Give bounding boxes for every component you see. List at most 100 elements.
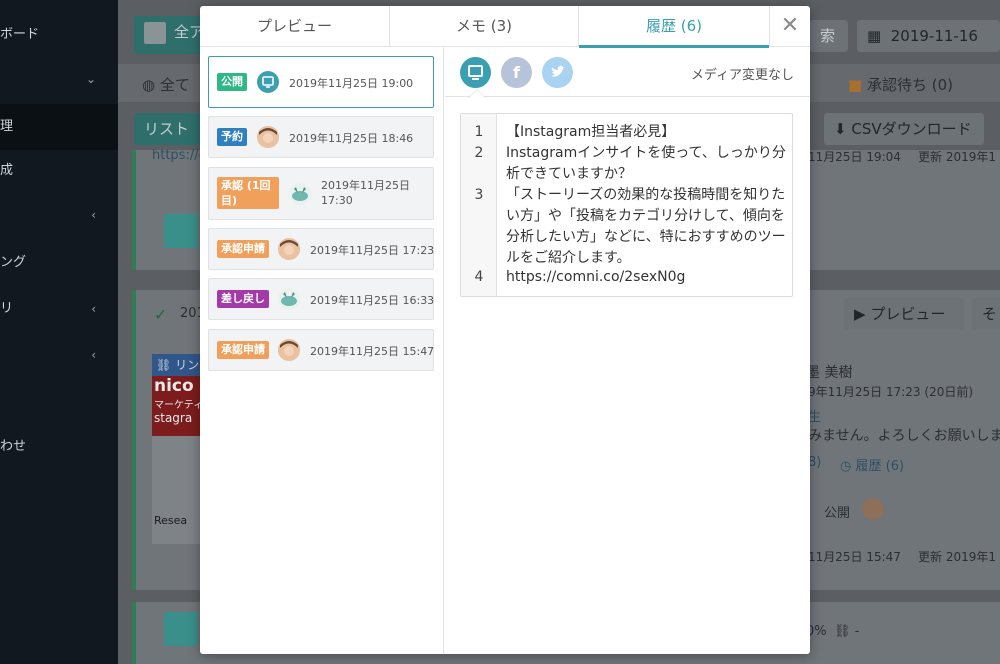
card-accent: [132, 150, 136, 270]
line-number: 4: [474, 269, 484, 285]
twitter-icon[interactable]: [542, 57, 573, 88]
sidebar-item-group[interactable]: ‹: [0, 200, 118, 230]
line-number: 1: [474, 124, 484, 140]
globe-icon: ◍: [142, 76, 156, 94]
history-date: 2019年11月25日 15:47: [310, 345, 435, 358]
history-icon: ◷: [840, 459, 852, 474]
status-badge: 公開: [217, 73, 247, 91]
history-item[interactable]: 予約 2019年11月25日 18:46: [208, 116, 434, 158]
sidebar-item-dashboard[interactable]: ボード: [0, 20, 118, 50]
close-button[interactable]: ✕: [770, 6, 810, 47]
preview-button[interactable]: ▶ プレビュー: [844, 298, 964, 330]
history-date: 2019年11月25日 17:30: [321, 179, 410, 207]
instagram-icon[interactable]: [460, 57, 491, 88]
user-avatar-icon: [278, 339, 300, 361]
instagram-icon: [257, 71, 279, 93]
media-change-note: メディア変更なし: [690, 68, 794, 83]
history-item[interactable]: 承認 (1回目) 2019年11月25日 17:30: [208, 167, 434, 220]
tab-preview[interactable]: プレビュー: [200, 6, 390, 47]
facebook-icon[interactable]: f: [501, 57, 532, 88]
all-account-button[interactable]: 全ア: [134, 16, 206, 54]
history-date: 2019年11月25日 16:33: [310, 294, 435, 307]
csv-download-button[interactable]: ⬇ CSVダウンロード: [824, 113, 984, 145]
status-badge: 承認 (1回目): [217, 177, 279, 209]
sidebar-item-other[interactable]: ‹: [0, 340, 118, 370]
history-list: 公開 2019年11月25日 19:00 予約 2019年11月25日 18:4…: [200, 47, 444, 654]
all-filter[interactable]: ◍ 全て: [142, 74, 190, 95]
tab-memo[interactable]: メモ (3): [390, 6, 579, 47]
list-button[interactable]: リスト: [134, 113, 200, 145]
post-content: 1 【Instagram担当者必見】 2 Instagramインサイトを使って、…: [460, 113, 793, 297]
account-icon: [144, 21, 166, 44]
download-icon: ⬇: [834, 120, 847, 138]
history-link[interactable]: ◷ 履歴 (6): [840, 455, 904, 474]
line-number: 2: [474, 145, 484, 161]
line-number: 3: [474, 187, 484, 203]
approval-wait-tab[interactable]: ■ 承認待ち (0): [848, 74, 953, 95]
sns-selector: f メディア変更なし: [445, 47, 810, 98]
date-picker[interactable]: ▦ 2019-11-16: [857, 20, 1000, 52]
sidebar-item-category[interactable]: リ ‹: [0, 294, 118, 324]
play-icon: ▶: [854, 305, 866, 323]
banner-sub2: stagra: [154, 411, 193, 425]
sidebar-item-manage[interactable]: 理: [0, 104, 118, 150]
other-button[interactable]: そ: [972, 298, 1000, 330]
user-avatar-icon: [257, 126, 279, 148]
chevron-down-icon: ⌄: [85, 72, 96, 86]
history-date: 2019年11月25日 18:46: [289, 132, 414, 145]
comment-date: 9年11月25日 17:23 (20日前): [808, 385, 974, 399]
post-thumbnail-2: [164, 612, 198, 646]
banner-sub: マーケティ: [154, 400, 200, 411]
history-modal: プレビュー メモ (3) 履歴 (6) ✕ 公開 2019年11月25日 19:…: [200, 6, 810, 654]
sidebar-item-collapsible[interactable]: ⌄: [0, 64, 118, 94]
status-badge: 承認申請: [217, 240, 269, 258]
post-date: 11月25日 19:04: [808, 150, 901, 164]
status-badge: 差し戻し: [217, 290, 269, 308]
card-accent: [132, 602, 136, 664]
history-date: 2019年11月25日 19:00: [289, 77, 414, 90]
status-badge: 予約: [217, 128, 247, 146]
user-avatar-icon: [278, 238, 300, 260]
sidebar-item-listening[interactable]: ング: [0, 248, 118, 278]
post-updated: 更新 2019年1: [918, 150, 996, 164]
sidebar-item-create[interactable]: 成: [0, 156, 118, 186]
whale-avatar-icon: [289, 183, 311, 205]
banner-brand: nico: [154, 376, 194, 396]
history-item[interactable]: 差し戻し 2019年11月25日 16:33: [208, 278, 434, 320]
post-updated-2: 更新 2019年1: [918, 550, 996, 564]
search-button[interactable]: 索: [810, 20, 848, 52]
link-icon: ⛓: [834, 624, 851, 639]
lock-icon: ■: [848, 76, 863, 94]
sidebar: ボード ⌄ 理 成 ‹ ング リ ‹ ‹ わせ: [0, 0, 118, 664]
content-line: Instagramインサイトを使って、しっかり分析できていますか？: [506, 145, 786, 182]
chevron-left-icon: ‹: [91, 302, 96, 316]
card-accent: [132, 290, 136, 590]
chevron-left-icon: ‹: [91, 208, 96, 222]
user-avatar-icon: [862, 498, 884, 520]
whale-avatar-icon: [278, 288, 300, 310]
post-date-2: 11月25日 15:47: [808, 550, 901, 564]
history-item[interactable]: 公開 2019年11月25日 19:00: [208, 56, 434, 108]
research-text: Resea: [154, 514, 188, 527]
history-detail: f メディア変更なし 1 【Instagram担当者必見】 2 Instagra…: [445, 47, 810, 654]
post-image: ⛓ リン nico マーケティ stagra Resea: [152, 354, 200, 544]
content-line: 「ストーリーズの効果的な投稿時間を知りたい方」や「投稿をカテゴリ分けして、傾向を…: [506, 187, 786, 266]
chevron-left-icon: ‹: [91, 348, 96, 362]
calendar-icon: ▦: [867, 27, 882, 45]
memo-link[interactable]: 8): [808, 455, 821, 470]
active-caret: [469, 90, 485, 98]
post-url[interactable]: https://c: [152, 148, 206, 163]
modal-tabs: プレビュー メモ (3) 履歴 (6) ✕: [200, 6, 810, 48]
sidebar-item-contact[interactable]: わせ: [0, 432, 118, 462]
comment-text: みません。よろしくお願いします: [808, 428, 1000, 444]
history-item[interactable]: 承認申請 2019年11月25日 17:23: [208, 228, 434, 270]
history-date: 2019年11月25日 17:23: [310, 244, 435, 257]
content-line: 【Instagram担当者必見】: [506, 124, 676, 140]
link-count: ⛓ -: [834, 624, 860, 639]
history-item[interactable]: 承認申請 2019年11月25日 15:47: [208, 329, 434, 371]
tab-history[interactable]: 履歴 (6): [579, 6, 770, 48]
link-icon: ⛓: [156, 358, 172, 372]
close-icon: ✕: [780, 13, 800, 38]
check-icon: ✓: [154, 305, 168, 324]
public-status: 公開: [824, 506, 851, 521]
